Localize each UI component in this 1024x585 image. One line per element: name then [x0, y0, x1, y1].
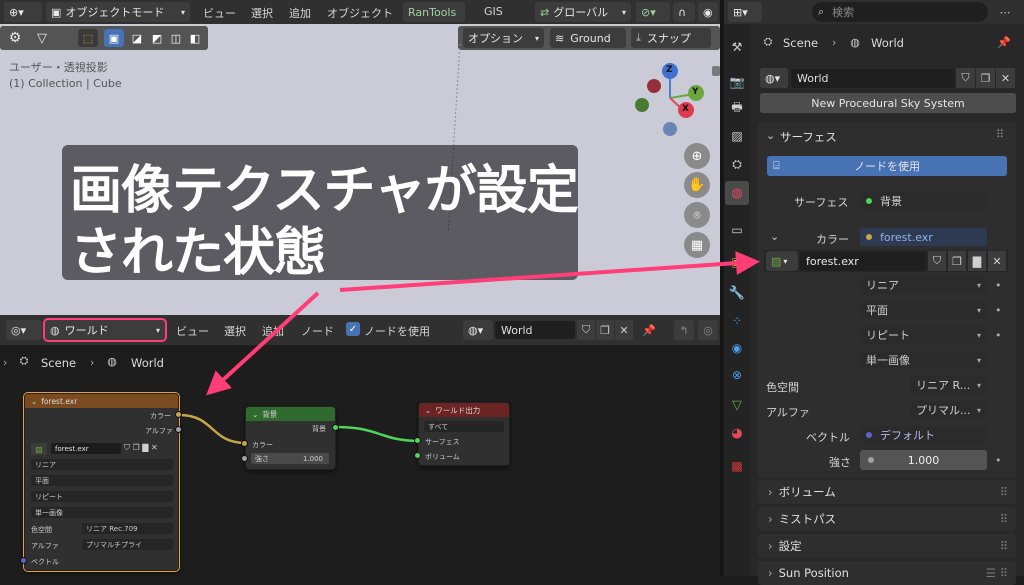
annotation-arrows: [206, 251, 760, 396]
